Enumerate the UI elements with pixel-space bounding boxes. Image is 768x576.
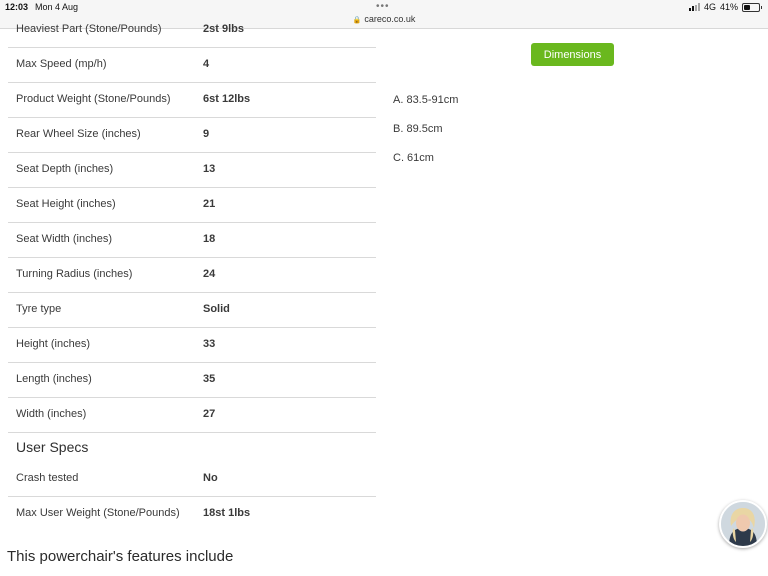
spec-label: Seat Height (inches)	[16, 198, 116, 210]
spec-value: 18	[203, 233, 216, 245]
spec-label: Length (inches)	[16, 373, 92, 385]
spec-label: Max Speed (mp/h)	[16, 58, 107, 70]
spec-label: Turning Radius (inches)	[16, 268, 133, 280]
spec-label: Seat Width (inches)	[16, 233, 112, 245]
spec-row: Tyre type Solid	[8, 293, 376, 328]
spec-table: Heaviest Part (Stone/Pounds) 2st 9lbs Max …	[8, 13, 376, 433]
status-time: 12:03	[5, 2, 29, 12]
status-indicators: 4G 41%	[688, 2, 762, 12]
spec-value: 21	[203, 198, 216, 210]
spec-label: Crash tested	[16, 472, 79, 484]
signal-icon	[688, 3, 700, 11]
spec-row: Heaviest Part (Stone/Pounds) 2st 9lbs	[8, 13, 376, 48]
multitasking-dots-icon[interactable]: •••	[376, 1, 390, 12]
spec-value: Solid	[203, 303, 230, 315]
spec-row: Seat Depth (inches) 13	[8, 153, 376, 188]
network-type: 4G	[703, 2, 716, 12]
spec-row: Product Weight (Stone/Pounds) 6st 12lbs	[8, 83, 376, 118]
status-date: Mon 4 Aug	[35, 2, 79, 12]
spec-value: 18st 1lbs	[203, 507, 251, 519]
spec-label: Width (inches)	[16, 408, 87, 420]
spec-value: No	[203, 472, 218, 484]
spec-label: Height (inches)	[16, 338, 90, 350]
dimensions-button[interactable]: Dimensions	[531, 43, 614, 66]
spec-value: 13	[203, 163, 216, 175]
user-specs-heading: User Specs	[16, 439, 89, 455]
spec-label: Tyre type	[16, 303, 62, 315]
spec-value: 6st 12lbs	[203, 93, 251, 105]
spec-label: Product Weight (Stone/Pounds)	[16, 93, 171, 105]
spec-value: 24	[203, 268, 216, 280]
battery-icon	[742, 2, 762, 12]
dimension-list: A. 83.5-91cm B. 89.5cm C. 61cm	[393, 94, 458, 181]
dimension-item: A. 83.5-91cm	[393, 94, 459, 106]
spec-row: Width (inches) 27	[8, 398, 376, 433]
spec-value: 4	[203, 58, 210, 70]
spec-label: Rear Wheel Size (inches)	[16, 128, 141, 140]
chat-avatar-button[interactable]	[719, 500, 767, 548]
spec-label: Heaviest Part (Stone/Pounds)	[16, 23, 162, 35]
spec-row: Max Speed (mp/h) 4	[8, 48, 376, 83]
spec-row: Seat Width (inches) 18	[8, 223, 376, 258]
features-heading: This powerchair's features include	[7, 548, 234, 565]
spec-value: 33	[203, 338, 216, 350]
dimension-item: B. 89.5cm	[393, 123, 443, 135]
spec-row: Crash tested No	[8, 462, 376, 497]
spec-row: Rear Wheel Size (inches) 9	[8, 118, 376, 153]
spec-value: 27	[203, 408, 216, 420]
support-agent-avatar-icon	[721, 502, 765, 546]
dimension-item: C. 61cm	[393, 152, 434, 164]
user-spec-table: Crash tested No Max User Weight (Stone/Pou…	[8, 462, 376, 531]
spec-row: Turning Radius (inches) 24	[8, 258, 376, 293]
spec-row: Seat Height (inches) 21	[8, 188, 376, 223]
spec-row: Max User Weight (Stone/Pounds) 18st 1lbs	[8, 497, 376, 531]
spec-value: 35	[203, 373, 216, 385]
spec-row: Height (inches) 33	[8, 328, 376, 363]
battery-fill	[744, 4, 750, 10]
spec-row: Length (inches) 35	[8, 363, 376, 398]
spec-value: 2st 9lbs	[203, 23, 244, 35]
spec-label: Seat Depth (inches)	[16, 163, 114, 175]
spec-label: Max User Weight (Stone/Pounds)	[16, 507, 180, 519]
spec-value: 9	[203, 128, 210, 140]
battery-percent: 41%	[719, 2, 738, 12]
